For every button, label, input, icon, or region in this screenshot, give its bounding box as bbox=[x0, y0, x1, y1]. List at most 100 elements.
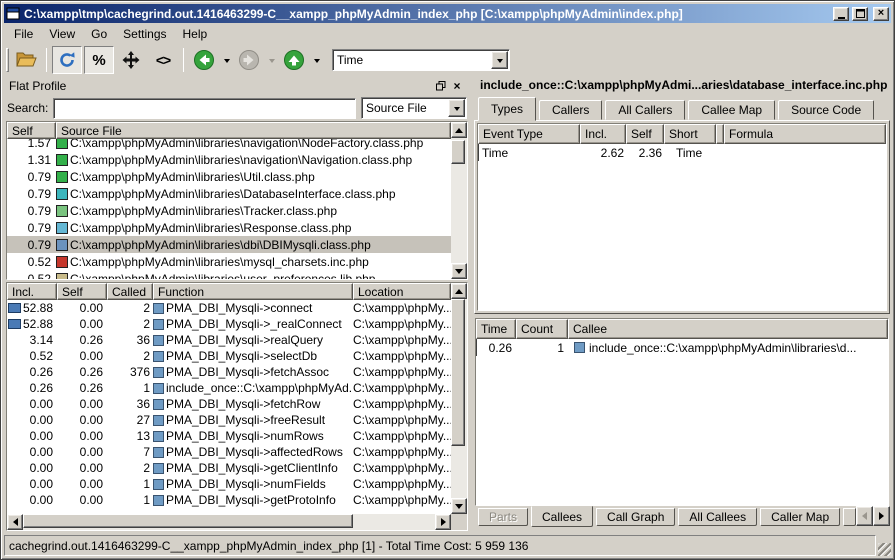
menu-go[interactable]: Go bbox=[83, 25, 115, 43]
back-button[interactable] bbox=[189, 46, 219, 74]
cycle-detection-button[interactable]: <> bbox=[148, 46, 178, 74]
function-row[interactable]: 3.140.2636PMA_DBI_Mysqli->realQueryC:\xa… bbox=[7, 332, 451, 348]
column-header-self[interactable]: Self bbox=[7, 122, 56, 139]
menu-settings[interactable]: Settings bbox=[115, 25, 174, 43]
incl-cost-value: 0.00 bbox=[30, 397, 53, 411]
function-row[interactable]: 0.520.002PMA_DBI_Mysqli->selectDbC:\xamp… bbox=[7, 348, 451, 364]
grouping-select[interactable]: Source File bbox=[361, 97, 467, 119]
column-header-count[interactable]: Count bbox=[516, 319, 568, 339]
source-file-row[interactable]: 0.79C:\xampp\phpMyAdmin\libraries\Databa… bbox=[7, 185, 451, 202]
source-file-row[interactable]: 1.31C:\xampp\phpMyAdmin\libraries\naviga… bbox=[7, 151, 451, 168]
scrollbar-track[interactable] bbox=[451, 299, 467, 498]
column-header-short[interactable]: Short bbox=[664, 124, 716, 144]
function-row[interactable]: 0.000.0036PMA_DBI_Mysqli->fetchRowC:\xam… bbox=[7, 396, 451, 412]
tab-all-callers[interactable]: All Callers bbox=[605, 100, 685, 120]
reload-button[interactable] bbox=[52, 46, 82, 74]
scroll-down-button[interactable] bbox=[451, 263, 467, 279]
scroll-up-button[interactable] bbox=[451, 122, 467, 138]
incl-cost-cell: 52.88 bbox=[7, 301, 57, 315]
grouping-dropdown-button[interactable] bbox=[448, 99, 465, 117]
scrollbar-thumb[interactable] bbox=[23, 514, 353, 528]
location-value: C:\xampp\phpMy... bbox=[353, 397, 451, 411]
open-file-button[interactable] bbox=[11, 46, 41, 74]
column-header-callee[interactable]: Callee bbox=[568, 319, 888, 339]
function-row[interactable]: 0.000.0027PMA_DBI_Mysqli->freeResultC:\x… bbox=[7, 412, 451, 428]
titlebar[interactable]: C:\xampp\tmp\cachegrind.out.1416463299-C… bbox=[4, 4, 891, 23]
column-header-function[interactable]: Function bbox=[153, 283, 353, 300]
back-dropdown[interactable] bbox=[221, 46, 232, 74]
event-type-dropdown-button[interactable] bbox=[491, 51, 508, 69]
source-file-row[interactable]: 0.79C:\xampp\phpMyAdmin\libraries\Tracke… bbox=[7, 202, 451, 219]
tab-callees[interactable]: Callees bbox=[531, 506, 593, 527]
source-file-row[interactable]: 0.52C:\xampp\phpMyAdmin\libraries\mysql_… bbox=[7, 253, 451, 270]
tab-callers[interactable]: Callers bbox=[539, 100, 602, 120]
scrollbar-track[interactable] bbox=[23, 514, 435, 530]
tab-caller-map[interactable]: Caller Map bbox=[760, 508, 840, 526]
column-header-event-type[interactable]: Event Type bbox=[478, 124, 580, 144]
function-row[interactable]: 52.880.002PMA_DBI_Mysqli->_realConnectC:… bbox=[7, 316, 451, 332]
close-button[interactable]: × bbox=[873, 7, 889, 21]
close-dock-button[interactable]: × bbox=[449, 79, 465, 93]
source-file-row[interactable]: 0.52C:\xampp\phpMyAdmin\libraries\user_p… bbox=[7, 270, 451, 279]
resize-grip[interactable] bbox=[878, 543, 891, 556]
function-row[interactable]: 52.880.002PMA_DBI_Mysqli->connectC:\xamp… bbox=[7, 300, 451, 316]
tab-callee-map[interactable]: Callee Map bbox=[688, 100, 775, 120]
function-row[interactable]: 0.000.001PMA_DBI_Mysqli->getProtoInfoC:\… bbox=[7, 492, 451, 508]
dock-titlebar[interactable]: Flat Profile × bbox=[6, 77, 468, 95]
search-input[interactable] bbox=[53, 98, 356, 119]
column-header-incl[interactable]: Incl. bbox=[580, 124, 626, 144]
maximize-button[interactable] bbox=[852, 7, 868, 21]
self-cost-value: 0.00 bbox=[57, 349, 107, 363]
column-header-location[interactable]: Location bbox=[353, 283, 451, 300]
column-header-spacer bbox=[716, 124, 724, 144]
angle-brackets-icon: <> bbox=[156, 52, 170, 68]
tab-call-graph[interactable]: Call Graph bbox=[596, 508, 675, 526]
tab-source-code[interactable]: Source Code bbox=[778, 100, 874, 120]
scrollbar-thumb[interactable] bbox=[451, 140, 465, 164]
scroll-right-button[interactable] bbox=[435, 514, 451, 530]
up-button[interactable] bbox=[279, 46, 309, 74]
column-header-self[interactable]: Self bbox=[626, 124, 664, 144]
source-file-row[interactable]: 0.79C:\xampp\phpMyAdmin\libraries\Util.c… bbox=[7, 168, 451, 185]
menu-help[interactable]: Help bbox=[175, 25, 216, 43]
event-type-row[interactable]: Time 2.62 2.36 Time bbox=[478, 144, 886, 161]
column-header-self[interactable]: Self bbox=[57, 283, 107, 300]
source-file-row[interactable]: 1.57C:\xampp\phpMyAdmin\libraries\naviga… bbox=[7, 139, 451, 151]
tab-scroll-right-button[interactable] bbox=[873, 506, 890, 526]
minimize-button[interactable] bbox=[833, 7, 849, 21]
float-dock-button[interactable] bbox=[433, 79, 449, 93]
tab-types[interactable]: Types bbox=[478, 97, 536, 121]
scrollbar-thumb[interactable] bbox=[451, 299, 465, 446]
column-header-called[interactable]: Called bbox=[107, 283, 153, 300]
column-header-time[interactable]: Time bbox=[476, 319, 516, 339]
move-mode-button[interactable] bbox=[116, 46, 146, 74]
column-header-incl[interactable]: Incl. bbox=[7, 283, 57, 300]
scroll-left-button[interactable] bbox=[7, 514, 23, 530]
event-type-select[interactable]: Time bbox=[332, 49, 510, 71]
function-row[interactable]: 0.000.002PMA_DBI_Mysqli->getClientInfoC:… bbox=[7, 460, 451, 476]
horizontal-scrollbar[interactable] bbox=[7, 514, 467, 530]
up-dropdown[interactable] bbox=[311, 46, 322, 74]
toolbar-handle[interactable] bbox=[6, 48, 9, 72]
menu-file[interactable]: File bbox=[6, 25, 41, 43]
vertical-scrollbar[interactable] bbox=[451, 283, 467, 514]
menu-view[interactable]: View bbox=[41, 25, 83, 43]
scrollbar-track[interactable] bbox=[451, 138, 467, 263]
function-row[interactable]: 0.260.261include_once::C:\xampp\phpMyAd.… bbox=[7, 380, 451, 396]
scroll-up-button[interactable] bbox=[451, 283, 467, 299]
callee-row[interactable]: 0.26 1 include_once::C:\xampp\phpMyAdmin… bbox=[476, 339, 888, 356]
function-row[interactable]: 0.000.0013PMA_DBI_Mysqli->numRowsC:\xamp… bbox=[7, 428, 451, 444]
column-header-source-file[interactable]: Source File bbox=[56, 122, 451, 139]
source-file-row[interactable]: 0.79C:\xampp\phpMyAdmin\libraries\Respon… bbox=[7, 219, 451, 236]
vertical-scrollbar[interactable] bbox=[451, 122, 467, 279]
function-row[interactable]: 0.000.001PMA_DBI_Mysqli->numFieldsC:\xam… bbox=[7, 476, 451, 492]
tab-machine[interactable]: Machine bbox=[843, 508, 856, 526]
tab-all-callees[interactable]: All Callees bbox=[678, 508, 757, 526]
scroll-down-button[interactable] bbox=[451, 498, 467, 514]
source-file-row[interactable]: 0.79C:\xampp\phpMyAdmin\libraries\dbi\DB… bbox=[7, 236, 451, 253]
function-row[interactable]: 0.260.26376PMA_DBI_Mysqli->fetchAssocC:\… bbox=[7, 364, 451, 380]
column-header-formula[interactable]: Formula bbox=[724, 124, 886, 144]
relative-percent-toggle[interactable]: % bbox=[84, 46, 114, 74]
function-row[interactable]: 0.000.007PMA_DBI_Mysqli->affectedRowsC:\… bbox=[7, 444, 451, 460]
self-cost-value: 0.79 bbox=[7, 221, 56, 235]
